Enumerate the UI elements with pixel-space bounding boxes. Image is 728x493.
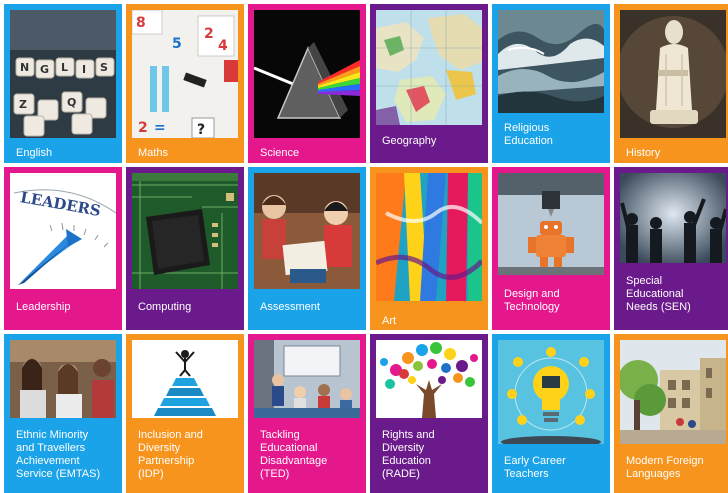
waves-image	[498, 10, 604, 113]
svg-text:8: 8	[136, 15, 146, 31]
tile-english[interactable]: NGL I S Z Q English	[4, 4, 122, 163]
tile-history[interactable]: History	[614, 4, 728, 163]
tile-maths-label: Maths	[138, 147, 168, 159]
tile-art[interactable]: Art	[370, 167, 488, 330]
tile-ted[interactable]: Tackling Educational Disadvantage (TED)	[248, 334, 366, 493]
svg-text:?: ?	[197, 122, 205, 138]
pyramid-figure-image	[132, 340, 238, 418]
tile-computing-label: Computing	[138, 301, 192, 313]
svg-text:2: 2	[204, 26, 214, 42]
tile-assessment-label: Assessment	[260, 301, 320, 313]
paint-strokes-image	[376, 173, 482, 301]
tile-modern-foreign-languages-label: Modern Foreign Languages	[626, 455, 704, 480]
tile-leadership[interactable]: LEADERS Leadership	[4, 167, 122, 330]
svg-text:G: G	[40, 63, 49, 76]
svg-text:4: 4	[218, 38, 228, 54]
tile-leadership-label: Leadership	[16, 301, 71, 313]
tile-special-educational-needs-label: Special Educational Needs (SEN)	[626, 275, 691, 313]
letter-dice-image: NGL I S Z Q	[10, 10, 116, 138]
tile-assessment[interactable]: Assessment	[248, 167, 366, 330]
silhouettes-image	[620, 173, 726, 263]
tile-idp-label: Inclusion and Diversity Partnership (IDP…	[138, 429, 203, 480]
svg-text:Q: Q	[67, 96, 76, 109]
tile-early-career-teachers[interactable]: Early Career Teachers	[492, 334, 610, 493]
map-image	[376, 10, 482, 125]
number-blocks-image: 82 42 =? 5	[132, 10, 238, 138]
chess-statue-image	[620, 10, 726, 138]
tile-rade-label: Rights and Diversity Education (RADE)	[382, 429, 435, 480]
handprint-tree-image	[376, 340, 482, 418]
tile-english-label: English	[16, 147, 53, 159]
tile-design-and-technology-label: Design and Technology	[504, 288, 560, 313]
svg-text:5: 5	[172, 36, 182, 52]
tile-religious-education[interactable]: Religious Education	[492, 4, 610, 163]
tile-computing[interactable]: Computing	[126, 167, 244, 330]
tile-geography[interactable]: Geography	[370, 4, 488, 163]
tile-rade[interactable]: Rights and Diversity Education (RADE)	[370, 334, 488, 493]
svg-text:N: N	[20, 61, 29, 74]
tile-ted-label: Tackling Educational Disadvantage (TED)	[260, 429, 328, 480]
lightbulb-icons-image	[498, 340, 604, 444]
tile-religious-education-label: Religious Education	[504, 122, 553, 147]
tile-history-label: History	[626, 147, 661, 159]
tile-idp[interactable]: Inclusion and Diversity Partnership (IDP…	[126, 334, 244, 493]
tile-science[interactable]: Science	[248, 4, 366, 163]
prism-image	[254, 10, 360, 138]
3d-printer-robot-image	[498, 173, 604, 275]
svg-text:=: =	[154, 120, 166, 136]
european-street-image	[620, 340, 726, 444]
tile-art-label: Art	[382, 315, 397, 327]
svg-text:I: I	[82, 63, 86, 76]
children-reading-image	[254, 173, 360, 289]
tile-science-label: Science	[260, 147, 300, 159]
svg-text:Z: Z	[19, 98, 27, 111]
svg-text:L: L	[61, 61, 68, 74]
circuit-board-image	[132, 173, 238, 289]
classroom-image	[254, 340, 360, 418]
tile-emtas-label: Ethnic Minority and Travellers Achieveme…	[16, 429, 101, 480]
tile-modern-foreign-languages[interactable]: Modern Foreign Languages	[614, 334, 728, 493]
tile-geography-label: Geography	[382, 135, 437, 147]
tile-design-and-technology[interactable]: Design and Technology	[492, 167, 610, 330]
tile-early-career-teachers-label: Early Career Teachers	[504, 455, 566, 480]
svg-text:2: 2	[138, 120, 148, 136]
tile-emtas[interactable]: Ethnic Minority and Travellers Achieveme…	[4, 334, 122, 493]
tile-special-educational-needs[interactable]: Special Educational Needs (SEN)	[614, 167, 728, 330]
svg-text:S: S	[100, 61, 108, 74]
tile-maths[interactable]: 82 42 =? 5 Maths	[126, 4, 244, 163]
students-classroom-image	[10, 340, 116, 418]
leadership-compass-image: LEADERS	[10, 173, 116, 289]
